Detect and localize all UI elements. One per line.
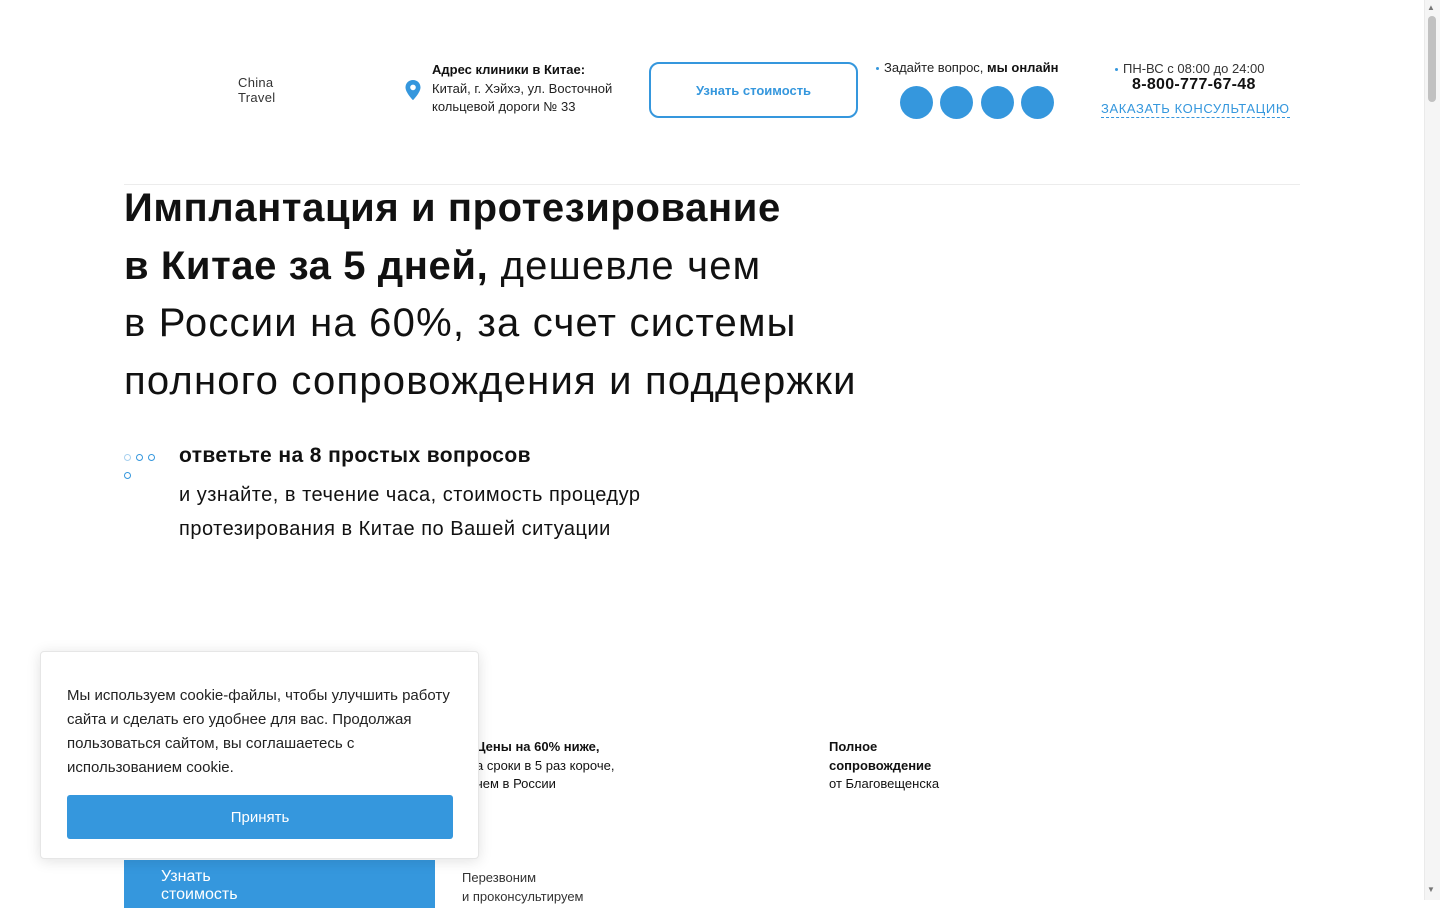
hero-title-light-3: полного сопровождения и поддержки — [124, 358, 857, 403]
cta-button-line-2: стоимость — [161, 886, 238, 903]
feature-prices-title: Цены на 60% ниже, — [476, 739, 600, 754]
quiz-subtitle: и узнайте, в течение часа, стоимость про… — [179, 478, 799, 546]
phone-number[interactable]: 8-800-777-67-48 — [1132, 76, 1256, 94]
step-dot-icon — [136, 454, 143, 461]
quiz-subtitle-line-2: протезирования в Китае по Вашей ситуации — [179, 518, 611, 540]
address-line-1: Китай, г. Хэйхэ, ул. Восточной — [432, 81, 613, 96]
feature-support: Полное сопровождение от Благовещенска — [829, 738, 1009, 794]
quiz-steps-indicator — [124, 454, 168, 479]
social-icon-4[interactable] — [1021, 86, 1054, 119]
location-pin-icon — [405, 80, 421, 100]
step-dot-icon — [124, 454, 131, 461]
scroll-up-arrow-icon[interactable]: ▲ — [1427, 3, 1435, 12]
bullet-dot-icon — [1115, 68, 1118, 72]
address-title: Адрес клиники в Китае: — [432, 62, 586, 77]
quiz-subtitle-line-1: и узнайте, в течение часа, стоимость про… — [179, 484, 641, 506]
logo-text[interactable]: China Travel — [238, 75, 275, 105]
social-icon-1[interactable] — [900, 86, 933, 119]
address-text: Китай, г. Хэйхэ, ул. Восточной кольцевой… — [432, 80, 642, 116]
social-icon-2[interactable] — [940, 86, 973, 119]
callback-line-2: и проконсультируем — [462, 889, 584, 904]
order-consultation-link[interactable]: ЗАКАЗАТЬ КОНСУЛЬТАЦИЮ — [1101, 101, 1290, 118]
hero-title-bold-1: Имплантация и протезирование — [124, 186, 781, 230]
callback-note: Перезвоним и проконсультируем — [462, 868, 584, 906]
social-icon-3[interactable] — [981, 86, 1014, 119]
cookie-text: Мы используем cookie-файлы, чтобы улучши… — [67, 687, 450, 776]
ask-question-text: Задайте вопрос, мы онлайн — [876, 60, 1059, 75]
cta-button-line-1: Узнать — [161, 868, 211, 885]
scrollbar-thumb[interactable] — [1428, 16, 1436, 102]
address-line-2: кольцевой дороги № 33 — [432, 99, 576, 114]
hero-title-bold-2: в Китае за 5 дней, — [124, 243, 489, 288]
hero-title-light-1: дешевле чем — [500, 243, 762, 288]
feature-support-title-2: сопровождение — [829, 757, 932, 773]
feature-support-title-1: Полное — [829, 739, 878, 754]
scroll-down-arrow-icon[interactable]: ▼ — [1427, 885, 1435, 894]
online-label: мы онлайн — [987, 60, 1059, 75]
callback-line-1: Перезвоним — [462, 870, 537, 885]
hero-title: Имплантация и протезирование в Китае за … — [124, 180, 1024, 410]
feature-prices: Цены на 60% ниже, а сроки в 5 раз короче… — [476, 738, 676, 794]
feature-prices-line-2: а сроки в 5 раз короче, — [476, 757, 615, 773]
hours-text: ПН-ВС с 08:00 до 24:00 — [1123, 61, 1265, 76]
working-hours: ПН-ВС с 08:00 до 24:00 — [1115, 61, 1265, 76]
feature-support-line-3: от Благовещенска — [829, 776, 940, 791]
bullet-dot-icon — [876, 67, 879, 71]
feature-prices-line-3: чем в России — [476, 776, 556, 791]
cta-get-cost-button[interactable]: Узнать стоимость — [124, 860, 435, 908]
page-scrollbar[interactable] — [1424, 0, 1440, 900]
step-dot-icon — [148, 454, 155, 461]
ask-prefix: Задайте вопрос, — [884, 60, 984, 75]
get-cost-button[interactable]: Узнать стоимость — [649, 62, 858, 118]
step-dot-icon — [124, 472, 131, 479]
hero-title-light-2: в России на 60%, за счет системы — [124, 301, 797, 345]
quiz-title: ответьте на 8 простых вопросов — [179, 444, 531, 467]
cookie-accept-button[interactable]: Принять — [67, 795, 453, 839]
cookie-banner: Мы используем cookie-файлы, чтобы улучши… — [40, 651, 479, 859]
